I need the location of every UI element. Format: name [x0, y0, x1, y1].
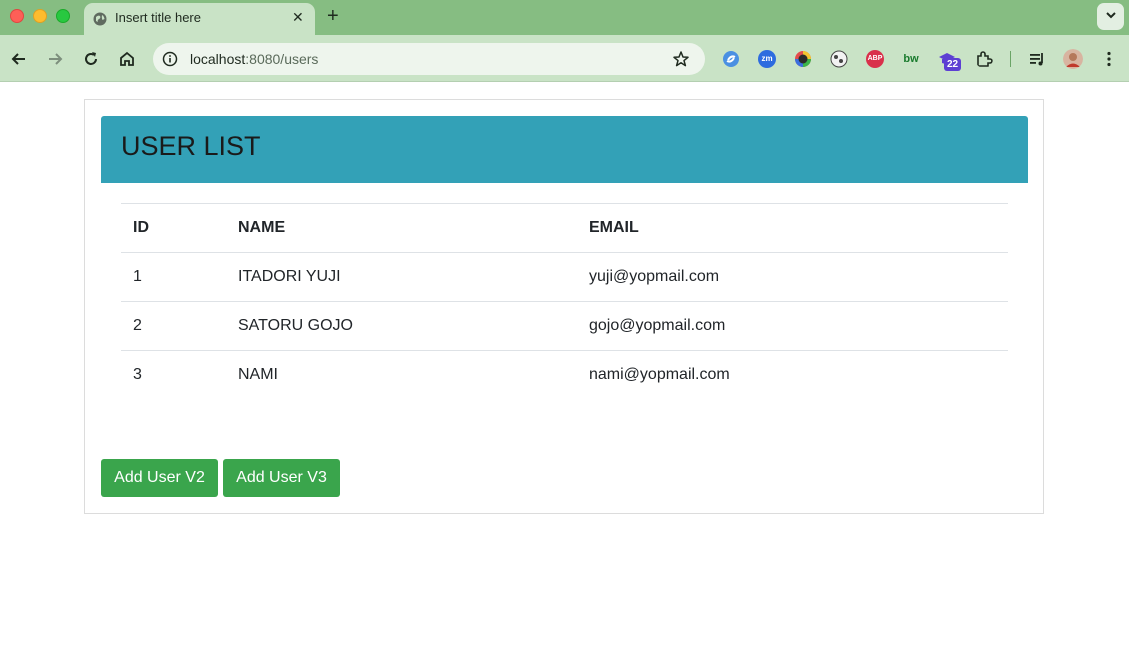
- minimize-window-icon[interactable]: [33, 9, 47, 23]
- back-arrow-icon[interactable]: [9, 49, 29, 69]
- zoom-extension-icon[interactable]: zm: [758, 50, 776, 68]
- extension-badge: 22: [944, 58, 961, 71]
- tab-search-button[interactable]: [1097, 3, 1124, 30]
- media-playlist-icon[interactable]: [1028, 50, 1046, 68]
- browser-tab-strip: Insert title here ✕ +: [0, 0, 1129, 36]
- color-picker-icon[interactable]: [794, 50, 812, 68]
- tab-active[interactable]: Insert title here ✕: [84, 3, 315, 36]
- sync-icon[interactable]: [722, 50, 740, 68]
- bitwarden-label: bw: [903, 53, 919, 65]
- url-path: :8080/users: [245, 51, 319, 67]
- page-title: USER LIST: [121, 131, 261, 161]
- cell-email: nami@yopmail.com: [577, 350, 1008, 400]
- bookmark-star-icon[interactable]: [672, 50, 690, 68]
- kebab-menu-icon[interactable]: [1100, 50, 1118, 68]
- home-icon[interactable]: [117, 49, 137, 69]
- column-header-id: ID: [121, 203, 226, 253]
- cell-id: 2: [121, 301, 226, 351]
- column-header-email: EMAIL: [577, 203, 1008, 253]
- close-tab-icon[interactable]: ✕: [292, 10, 304, 24]
- cell-email: gojo@yopmail.com: [577, 301, 1008, 351]
- tab-title: Insert title here: [115, 10, 201, 25]
- maximize-window-icon[interactable]: [56, 9, 70, 23]
- column-header-name: NAME: [226, 203, 577, 253]
- table-row: 1 ITADORI YUJI yuji@yopmail.com: [121, 252, 1008, 302]
- forward-arrow-icon[interactable]: [45, 49, 65, 69]
- zoom-extension-label: zm: [761, 54, 773, 63]
- avatar[interactable]: [1063, 49, 1083, 69]
- cell-email: yuji@yopmail.com: [577, 252, 1008, 302]
- user-list-card: USER LIST ID NAME EMAIL 1 ITADORI YUJI y…: [84, 99, 1044, 514]
- table-header-row: ID NAME EMAIL: [121, 203, 1008, 253]
- site-info-icon[interactable]: [162, 51, 178, 67]
- cell-name: SATORU GOJO: [226, 301, 577, 351]
- bitwarden-icon[interactable]: bw: [902, 50, 920, 68]
- close-window-icon[interactable]: [10, 9, 24, 23]
- table-row: 3 NAMI nami@yopmail.com: [121, 350, 1008, 400]
- users-table: ID NAME EMAIL 1 ITADORI YUJI yuji@yopmai…: [121, 203, 1008, 400]
- cell-name: ITADORI YUJI: [226, 252, 577, 302]
- reload-icon[interactable]: [81, 49, 101, 69]
- table-row: 2 SATORU GOJO gojo@yopmail.com: [121, 301, 1008, 351]
- cell-id: 1: [121, 252, 226, 302]
- card-header: USER LIST: [101, 116, 1028, 183]
- url-host: localhost: [190, 51, 246, 67]
- address-bar[interactable]: localhost:8080/users: [153, 43, 705, 75]
- adblock-plus-label: ABP: [867, 55, 883, 62]
- chevron-down-icon: [1105, 12, 1116, 19]
- url-text: localhost:8080/users: [190, 51, 318, 67]
- adblock-plus-icon[interactable]: ABP: [866, 50, 884, 68]
- cookie-icon[interactable]: [830, 50, 848, 68]
- globe-icon: [93, 12, 107, 26]
- cell-id: 3: [121, 350, 226, 400]
- toolbar-separator: [1010, 51, 1011, 67]
- add-user-v2-button[interactable]: Add User V2: [101, 459, 218, 497]
- add-user-v3-button[interactable]: Add User V3: [223, 459, 340, 497]
- new-tab-plus-icon[interactable]: +: [327, 6, 339, 26]
- extensions-puzzle-icon[interactable]: [975, 50, 993, 68]
- cell-name: NAMI: [226, 350, 577, 400]
- browser-toolbar: localhost:8080/users zm ABP bw 22: [0, 35, 1129, 82]
